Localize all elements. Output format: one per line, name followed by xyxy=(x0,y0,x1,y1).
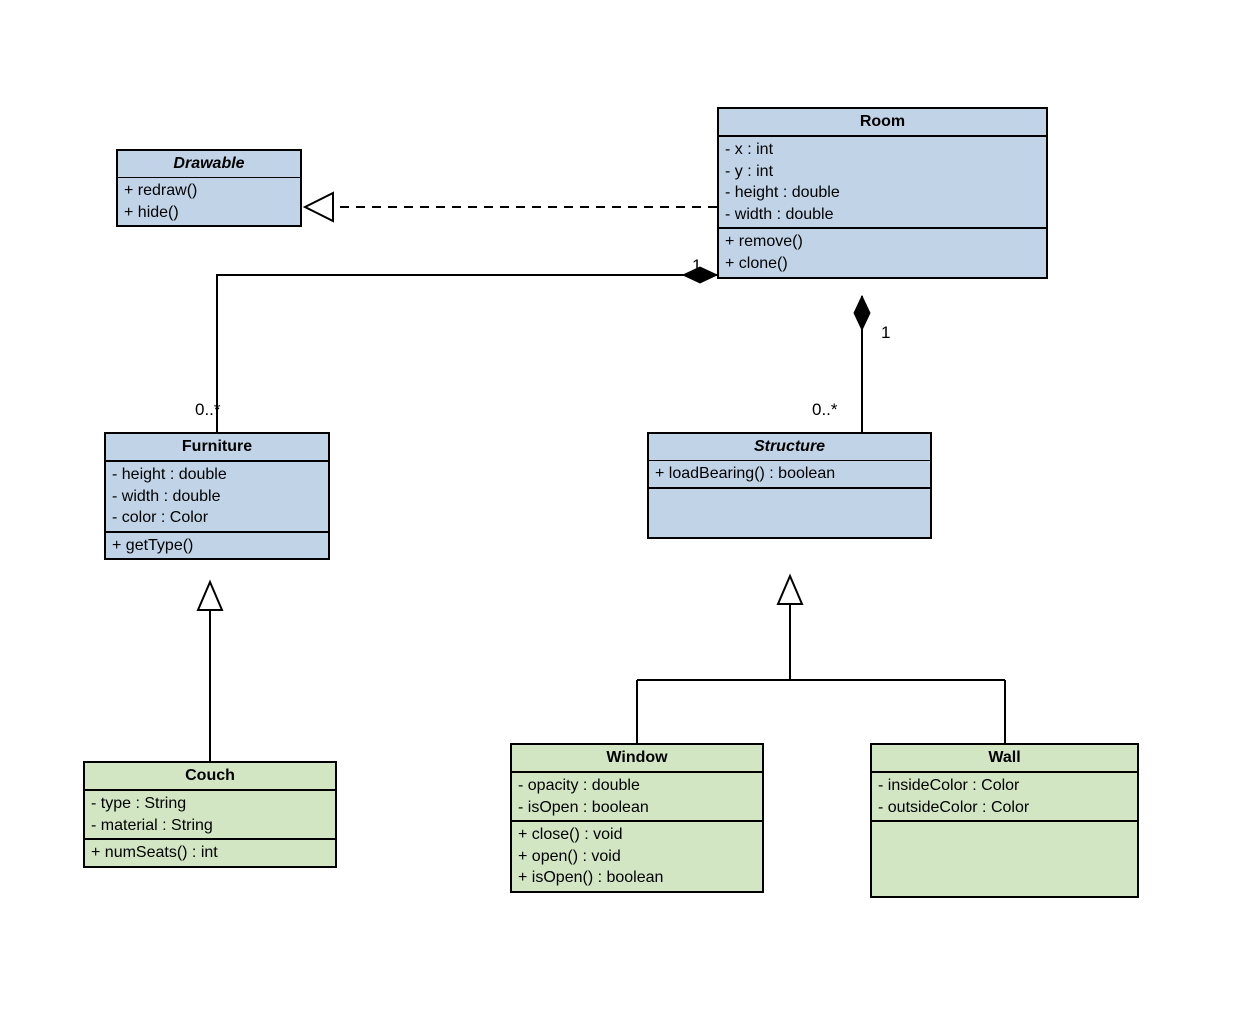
method: + isOpen() : boolean xyxy=(518,867,756,889)
class-title: Window xyxy=(512,745,762,773)
attr: - isOpen : boolean xyxy=(518,797,756,819)
attr: - opacity : double xyxy=(518,775,756,797)
method: + hide() xyxy=(124,202,294,224)
class-couch: Couch - type : String - material : Strin… xyxy=(83,761,337,868)
class-title: Room xyxy=(719,109,1046,137)
method: + redraw() xyxy=(124,180,294,202)
composition-diamond-icon xyxy=(854,296,870,330)
attr: - y : int xyxy=(725,161,1040,183)
attr: - material : String xyxy=(91,815,329,837)
multiplicity-label: 1 xyxy=(692,256,701,276)
attr: - color : Color xyxy=(112,507,322,529)
attr: - height : double xyxy=(112,464,322,486)
attr: - width : double xyxy=(725,204,1040,226)
class-title: Furniture xyxy=(106,434,328,462)
class-structure: Structure + loadBearing() : boolean xyxy=(647,432,932,539)
class-title: Structure xyxy=(649,434,930,461)
class-title: Wall xyxy=(872,745,1137,773)
class-empty-section xyxy=(872,822,1137,896)
generalization-arrowhead-icon xyxy=(778,576,802,604)
attr: - x : int xyxy=(725,139,1040,161)
uml-diagram-canvas: Drawable + redraw() + hide() Room - x : … xyxy=(0,0,1234,1022)
multiplicity-label: 0..* xyxy=(195,400,221,420)
multiplicity-label: 1 xyxy=(881,323,890,343)
class-wall: Wall - insideColor : Color - outsideColo… xyxy=(870,743,1139,898)
class-methods: + remove() + clone() xyxy=(719,229,1046,276)
class-methods: + getType() xyxy=(106,533,328,559)
class-methods: + loadBearing() : boolean xyxy=(649,461,930,489)
attr: - outsideColor : Color xyxy=(878,797,1131,819)
composition-line xyxy=(217,275,717,432)
method: + open() : void xyxy=(518,846,756,868)
class-window: Window - opacity : double - isOpen : boo… xyxy=(510,743,764,893)
class-room: Room - x : int - y : int - height : doub… xyxy=(717,107,1048,279)
method: + close() : void xyxy=(518,824,756,846)
attr: - width : double xyxy=(112,486,322,508)
class-empty-section xyxy=(649,489,930,537)
multiplicity-label: 0..* xyxy=(812,400,838,420)
method: + remove() xyxy=(725,231,1040,253)
class-title: Couch xyxy=(85,763,335,791)
class-methods: + close() : void + open() : void + isOpe… xyxy=(512,822,762,891)
method: + loadBearing() : boolean xyxy=(655,463,924,485)
method: + numSeats() : int xyxy=(91,842,329,864)
class-attributes: - height : double - width : double - col… xyxy=(106,462,328,533)
method: + clone() xyxy=(725,253,1040,275)
class-furniture: Furniture - height : double - width : do… xyxy=(104,432,330,560)
class-methods: + redraw() + hide() xyxy=(118,178,300,225)
generalization-arrowhead-icon xyxy=(198,582,222,610)
class-drawable: Drawable + redraw() + hide() xyxy=(116,149,302,227)
attr: - height : double xyxy=(725,182,1040,204)
method: + getType() xyxy=(112,535,322,557)
class-attributes: - type : String - material : String xyxy=(85,791,335,840)
realization-arrowhead-icon xyxy=(305,193,333,221)
class-attributes: - opacity : double - isOpen : boolean xyxy=(512,773,762,822)
class-attributes: - x : int - y : int - height : double - … xyxy=(719,137,1046,229)
attr: - insideColor : Color xyxy=(878,775,1131,797)
attr: - type : String xyxy=(91,793,329,815)
class-title: Drawable xyxy=(118,151,300,178)
class-attributes: - insideColor : Color - outsideColor : C… xyxy=(872,773,1137,822)
class-methods: + numSeats() : int xyxy=(85,840,335,866)
